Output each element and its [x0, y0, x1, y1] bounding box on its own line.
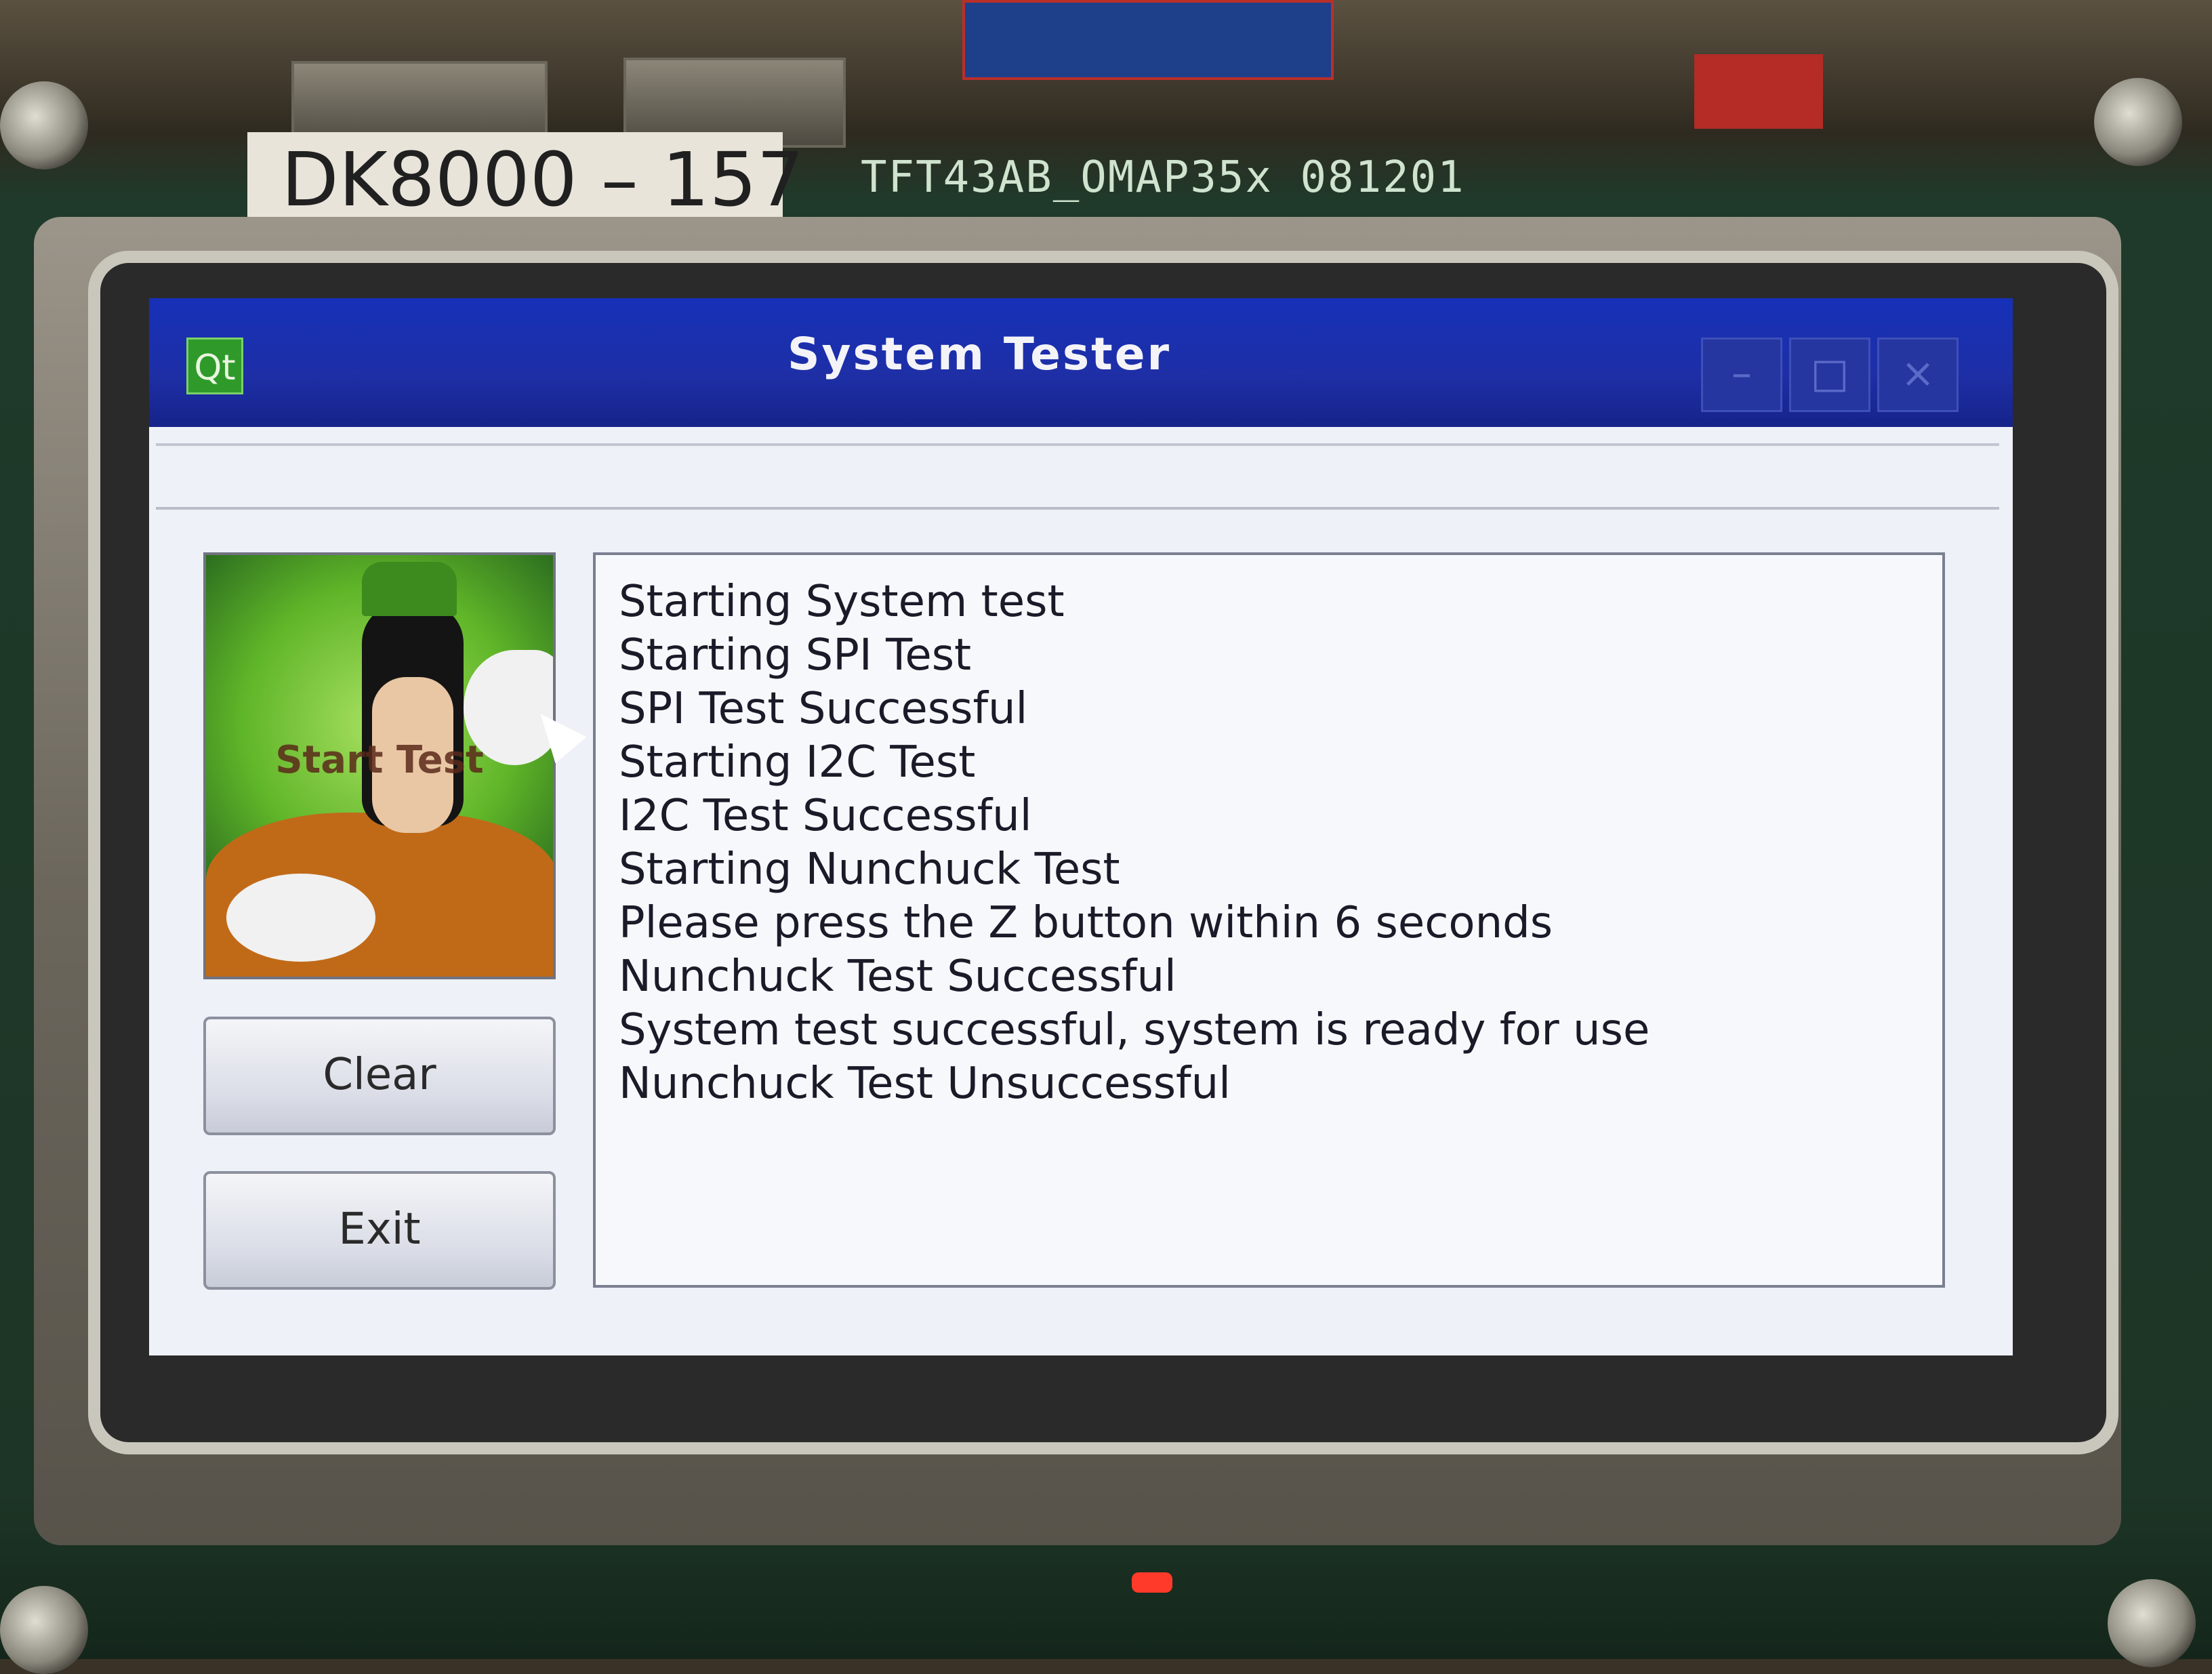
screw-icon: [0, 81, 88, 169]
minimize-button[interactable]: –: [1701, 338, 1782, 412]
red-switch: [1694, 54, 1823, 129]
goofy-glove: [226, 874, 375, 962]
close-button[interactable]: ×: [1877, 338, 1959, 412]
log-line: Starting I2C Test: [619, 737, 976, 788]
status-led: [1132, 1572, 1172, 1593]
goofy-hat: [362, 562, 457, 616]
log-line: Please press the Z button within 6 secon…: [619, 898, 1553, 948]
log-line: Nunchuck Test Unsuccessful: [619, 1059, 1231, 1109]
exit-button[interactable]: Exit: [203, 1171, 556, 1290]
display-screen: Qt System Tester – □ × Start Test Clear …: [149, 298, 2013, 1355]
maximize-button[interactable]: □: [1789, 338, 1870, 412]
log-line: Nunchuck Test Successful: [619, 952, 1176, 1002]
start-test-image-button[interactable]: Start Test: [203, 552, 556, 979]
clear-button[interactable]: Clear: [203, 1017, 556, 1135]
log-line: I2C Test Successful: [619, 791, 1032, 841]
screw-icon: [2094, 78, 2182, 166]
menu-bar: [156, 443, 1999, 510]
log-line: Starting System test: [619, 577, 1065, 627]
window-titlebar[interactable]: Qt System Tester – □ ×: [149, 298, 2013, 427]
start-test-caption: Start Test: [275, 738, 484, 782]
test-log-textarea[interactable]: Starting System test Starting SPI Test S…: [593, 552, 1945, 1288]
board-silkscreen-text: TFT43AB_OMAP35x 081201: [861, 152, 1465, 203]
board-sticker-label: DK8000 – 157: [247, 132, 804, 227]
screw-icon: [2108, 1579, 2196, 1667]
sd-card: [962, 0, 1334, 80]
log-line: SPI Test Successful: [619, 684, 1028, 734]
log-line: System test successful, system is ready …: [619, 1005, 1650, 1055]
window-title: System Tester: [787, 328, 1172, 380]
log-line: Starting Nunchuck Test: [619, 844, 1120, 895]
log-line: Starting SPI Test: [619, 630, 972, 680]
screw-icon: [0, 1586, 88, 1674]
